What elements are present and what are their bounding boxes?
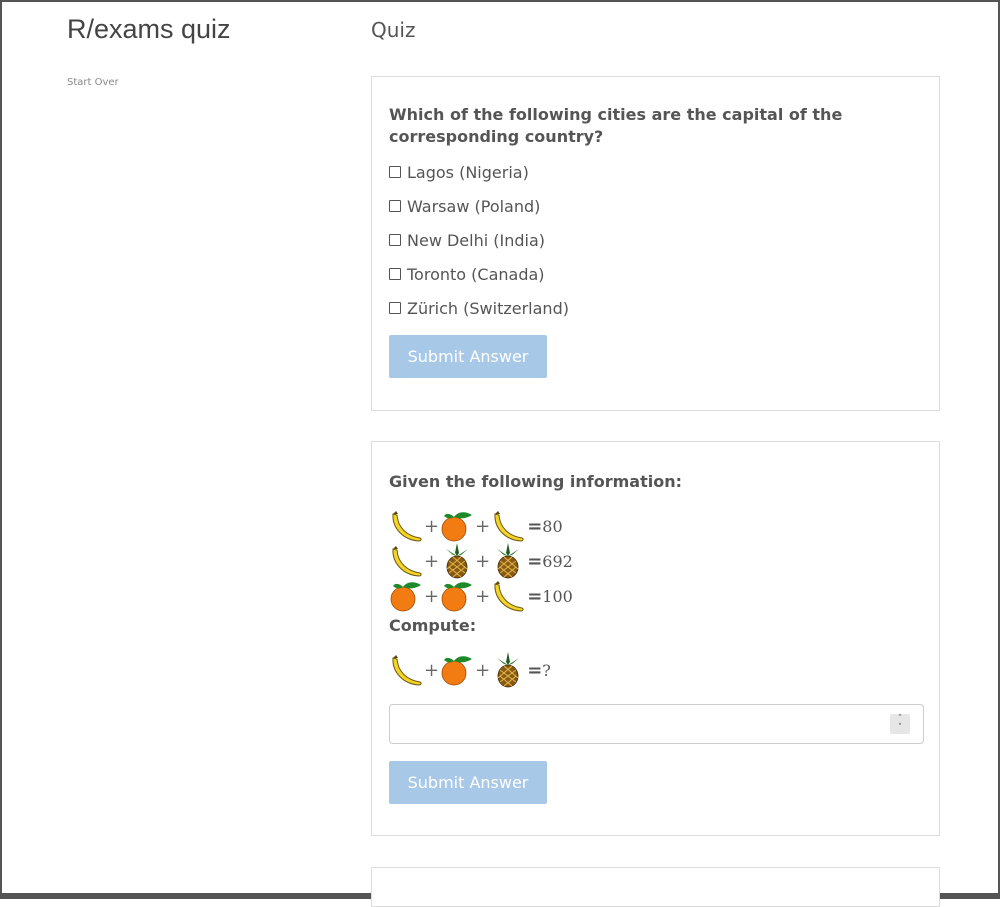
checkbox[interactable] [389, 200, 401, 212]
banana-icon [389, 508, 423, 544]
plus-sign: + [424, 515, 440, 537]
equation-result: 100 [542, 586, 573, 606]
orange-icon [440, 578, 474, 614]
option-label: Zürich (Switzerland) [407, 298, 569, 318]
orange-icon [389, 578, 423, 614]
compute-label: Compute: [389, 616, 477, 635]
pineapple-icon [491, 543, 525, 579]
orange-icon [440, 508, 474, 544]
equation-row-3: + + = 100 [389, 578, 573, 614]
option-label: Lagos (Nigeria) [407, 162, 529, 182]
checkbox[interactable] [389, 166, 401, 178]
option-warsaw[interactable]: Warsaw (Poland) [389, 196, 540, 216]
checkbox[interactable] [389, 302, 401, 314]
question-text: Which of the following cities are the ca… [389, 105, 843, 146]
option-new-delhi[interactable]: New Delhi (India) [389, 230, 545, 250]
option-label: Warsaw (Poland) [407, 196, 541, 216]
target-equation: + + =? [389, 652, 551, 688]
plus-sign: + [475, 515, 491, 537]
banana-icon [389, 543, 423, 579]
number-spinner[interactable]: ˄ ˅ [890, 714, 910, 734]
equation-row-2: + + = 692 [389, 543, 573, 579]
page-heading: Quiz [371, 18, 416, 42]
plus-sign: + [424, 659, 440, 681]
plus-sign: + [475, 550, 491, 572]
question-intro: Given the following information: [389, 472, 683, 491]
question-card-1: Which of the following cities are the ca… [371, 76, 940, 411]
banana-icon [389, 652, 423, 688]
spin-down-icon[interactable]: ˅ [890, 724, 910, 733]
banana-icon [491, 578, 525, 614]
equation-row-1: + + = 80 [389, 508, 563, 544]
equals-sign: = [527, 585, 543, 607]
submit-answer-button[interactable]: Submit Answer [389, 335, 547, 378]
option-lagos[interactable]: Lagos (Nigeria) [389, 162, 529, 182]
plus-sign: + [475, 585, 491, 607]
plus-sign: + [424, 550, 440, 572]
app-title: R/exams quiz [67, 14, 231, 44]
equals-sign: = [527, 515, 543, 537]
equation-result: 692 [542, 551, 573, 571]
option-label: Toronto (Canada) [407, 264, 545, 284]
answer-input[interactable] [389, 704, 924, 744]
checkbox[interactable] [389, 268, 401, 280]
pineapple-icon [440, 543, 474, 579]
banana-icon [491, 508, 525, 544]
submit-answer-button[interactable]: Submit Answer [389, 761, 547, 804]
equals-sign: = [527, 550, 543, 572]
question-card-3 [371, 867, 940, 907]
plus-sign: + [424, 585, 440, 607]
equation-result: 80 [542, 516, 563, 536]
option-label: New Delhi (India) [407, 230, 546, 250]
plus-sign: + [475, 659, 491, 681]
option-toronto[interactable]: Toronto (Canada) [389, 264, 545, 284]
equals-sign: = [527, 659, 543, 681]
start-over-link[interactable]: Start Over [67, 77, 119, 88]
question-card-2: Given the following information: + + = 80 +… [371, 441, 940, 836]
pineapple-icon [491, 652, 525, 688]
checkbox[interactable] [389, 234, 401, 246]
option-zurich[interactable]: Zürich (Switzerland) [389, 298, 569, 318]
orange-icon [440, 652, 474, 688]
equation-result: ? [542, 660, 551, 680]
